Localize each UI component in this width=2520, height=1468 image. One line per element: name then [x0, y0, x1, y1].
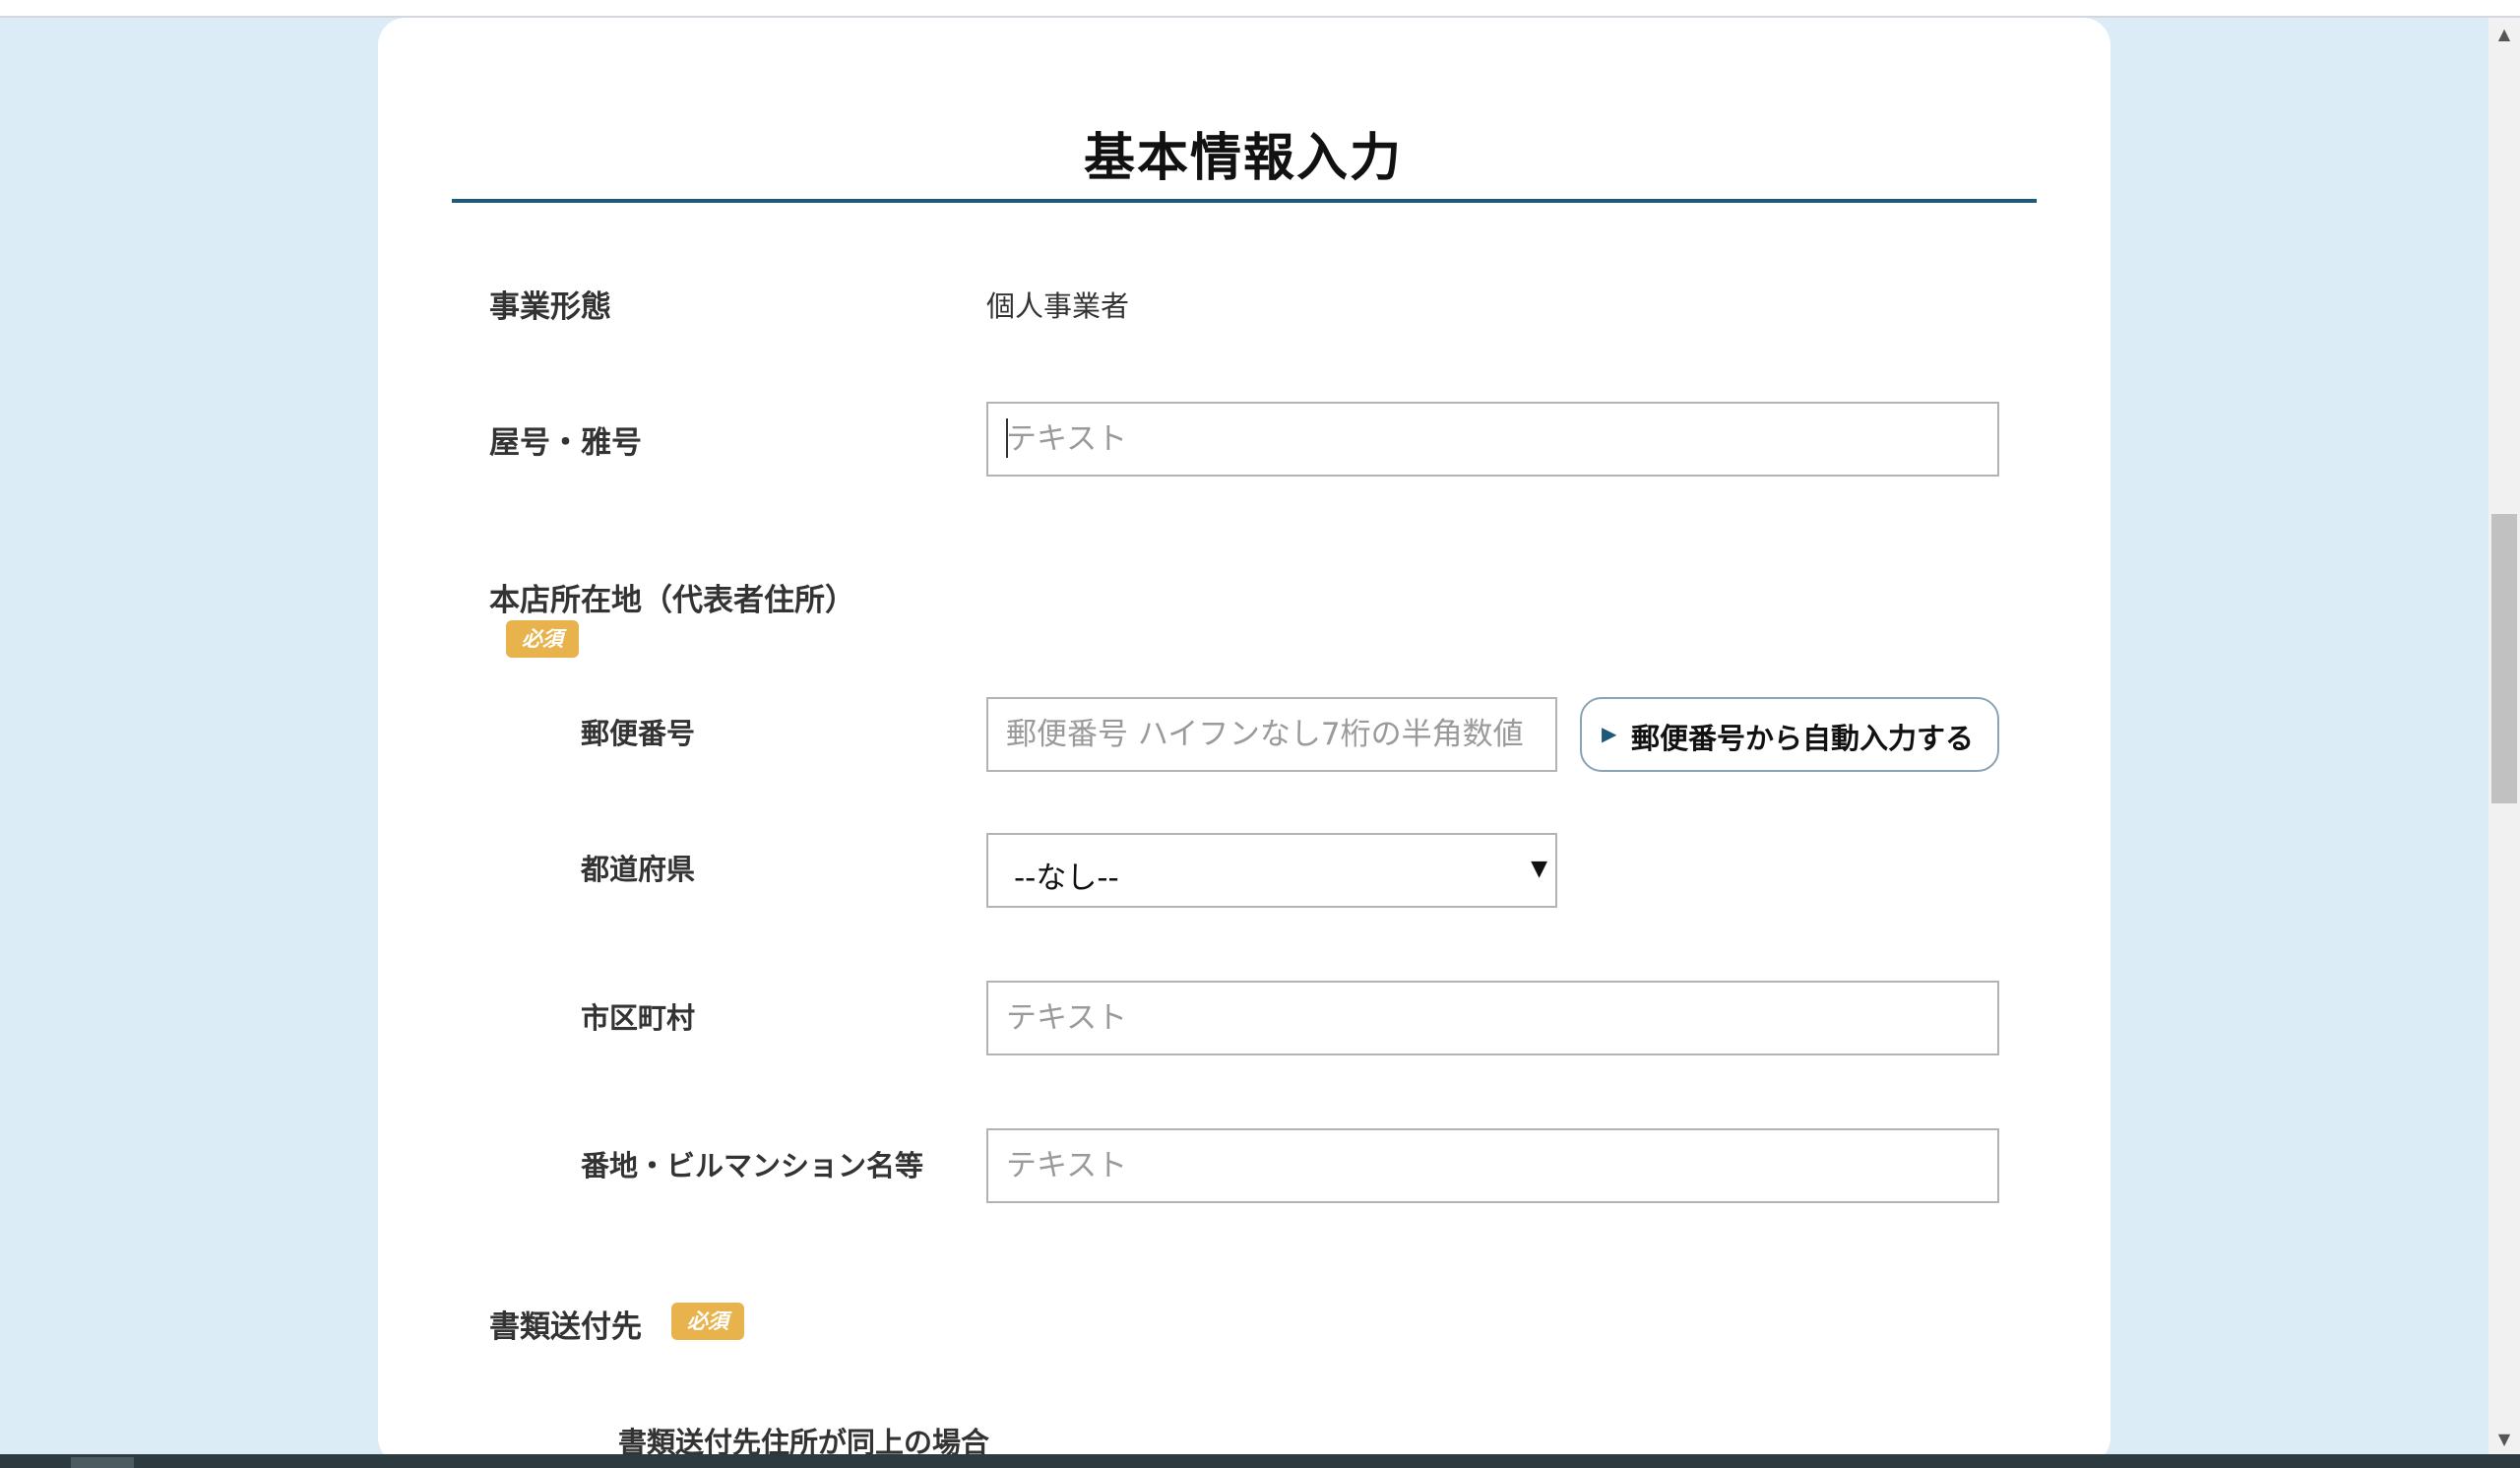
scroll-down-icon[interactable]: ▼	[2488, 1425, 2520, 1454]
triangle-right-icon: ▶	[1602, 722, 1617, 745]
business-type-value: 個人事業者	[986, 289, 1130, 323]
postal-code-label: 郵便番号	[581, 717, 696, 750]
taskbar-strip	[0, 1454, 2520, 1468]
taskbar-item[interactable]	[71, 1457, 134, 1468]
prefecture-select[interactable]: --なし-- ▼	[986, 833, 1557, 908]
business-type-label: 事業形態	[489, 289, 611, 325]
postal-autofill-button[interactable]: ▶ 郵便番号から自動入力する	[1580, 697, 1999, 772]
required-badge: 必須	[506, 620, 579, 658]
prefecture-label: 都道府県	[581, 853, 696, 886]
browser-top-edge	[0, 0, 2520, 18]
page-title: 基本情報入力	[1083, 129, 1403, 188]
postal-autofill-label: 郵便番号から自動入力する	[1631, 722, 1975, 755]
text-caret	[1006, 418, 1008, 458]
required-badge: 必須	[671, 1303, 744, 1340]
scrollbar-thumb[interactable]	[2491, 514, 2517, 803]
city-label: 市区町村	[581, 1001, 696, 1035]
title-underline	[452, 199, 2037, 203]
trade-name-input[interactable]	[986, 402, 1999, 477]
scroll-up-icon[interactable]: ▲	[2488, 20, 2520, 49]
postal-code-input[interactable]	[986, 697, 1557, 772]
prefecture-selected-value: --なし--	[1014, 861, 1119, 896]
trade-name-label: 屋号・雅号	[489, 425, 642, 461]
address-detail-label: 番地・ビルマンション名等	[581, 1149, 924, 1182]
head-office-label: 本店所在地（代表者住所）	[489, 583, 855, 618]
document-destination-label: 書類送付先	[489, 1309, 642, 1345]
address-detail-input[interactable]	[986, 1128, 1999, 1203]
city-input[interactable]	[986, 981, 1999, 1055]
chevron-down-icon: ▼	[1531, 857, 1547, 881]
